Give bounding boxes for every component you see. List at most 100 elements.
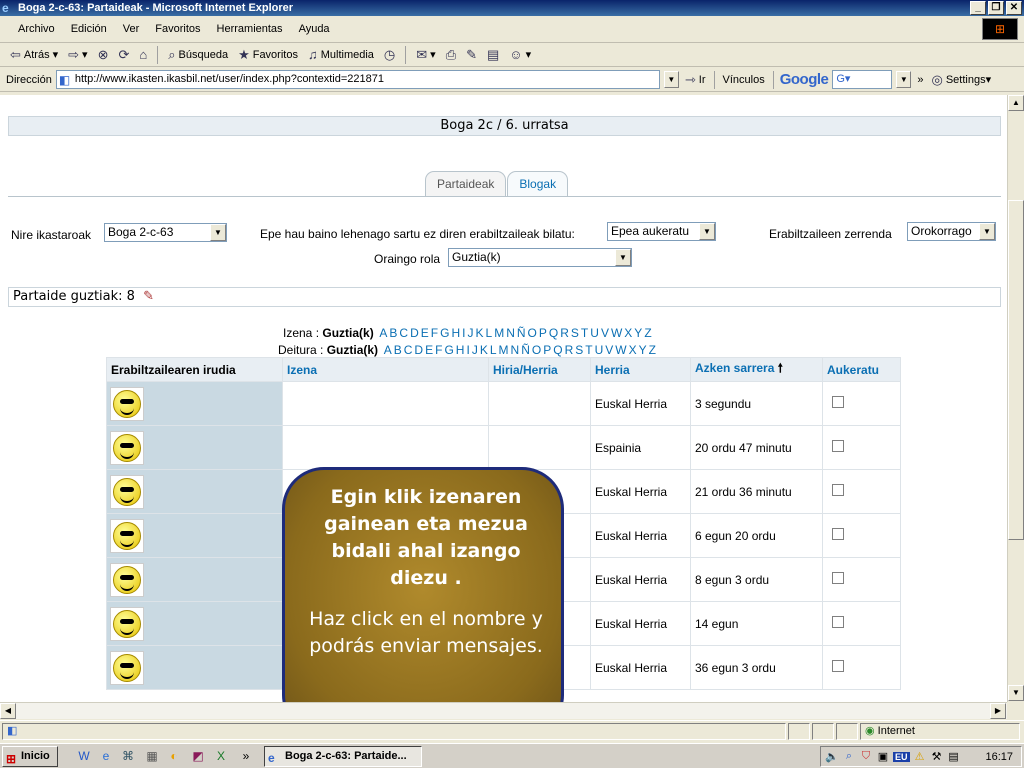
taskbar-ie-window[interactable]: e Boga 2-c-63: Partaide... (264, 746, 422, 767)
alphabet-letter-link[interactable]: C (404, 343, 413, 357)
alphabet-letter-link[interactable]: Z (649, 343, 656, 357)
user-avatar[interactable] (110, 518, 144, 553)
select-checkbox[interactable] (832, 528, 844, 540)
maximize-button[interactable]: ❐ (988, 1, 1004, 15)
url-input[interactable]: ◧ http://www.ikasten.ikasbil.net/user/in… (55, 70, 660, 89)
url-dropdown-button[interactable]: ▼ (663, 71, 679, 88)
horizontal-scrollbar[interactable]: ◀ ▶ (0, 702, 1007, 719)
alphabet-letter-link[interactable]: F (435, 343, 442, 357)
scroll-thumb[interactable] (1008, 200, 1024, 540)
col-header-last-access[interactable]: Azken sarrera 🠕 (690, 357, 823, 382)
go-button[interactable]: ⇾ Ir (683, 72, 708, 88)
alphabet-letter-link[interactable]: M (499, 343, 509, 357)
back-button[interactable]: ⇦ Atrás ▾ (8, 47, 60, 63)
display-icon[interactable]: ▣ (876, 750, 890, 763)
links-button[interactable]: Vínculos (721, 74, 767, 86)
alphabet-letter-link[interactable]: R (560, 326, 569, 340)
excel-icon[interactable]: X (213, 748, 229, 764)
alphabet-letter-link[interactable]: B (394, 343, 402, 357)
settings-button[interactable]: ◎ Settings▾ (930, 72, 994, 88)
menu-herramientas[interactable]: Herramientas (209, 23, 291, 35)
app-icon[interactable]: ◩ (190, 748, 206, 764)
alphabet-letter-link[interactable]: S (571, 326, 579, 340)
quicklaunch-more-chevron[interactable]: » (238, 748, 254, 764)
alphabet-letter-link[interactable]: A (384, 343, 392, 357)
ie-quicklaunch-icon[interactable]: e (98, 748, 114, 764)
select-checkbox[interactable] (832, 572, 844, 584)
lastname-alpha-all[interactable]: Guztia(k) (327, 343, 378, 357)
inactive-period-select[interactable]: Epea aukeratu ▼ (607, 222, 716, 241)
alphabet-letter-link[interactable]: I (466, 343, 469, 357)
user-avatar[interactable] (110, 386, 144, 421)
alphabet-letter-link[interactable]: K (475, 326, 483, 340)
stop-button[interactable]: ⊗ (96, 47, 111, 63)
alphabet-letter-link[interactable]: G (440, 326, 449, 340)
tool-icon[interactable]: ⚒ (930, 750, 944, 763)
alphabet-letter-link[interactable]: H (456, 343, 465, 357)
search-tray-icon[interactable]: ⌕ (842, 750, 856, 763)
user-list-select[interactable]: Orokorrago ▼ (907, 222, 996, 241)
select-checkbox[interactable] (832, 660, 844, 672)
alphabet-letter-link[interactable]: B (389, 326, 397, 340)
alphabet-letter-link[interactable]: Y (639, 343, 647, 357)
current-role-select[interactable]: Guztia(k) ▼ (448, 248, 632, 267)
select-checkbox[interactable] (832, 440, 844, 452)
alphabet-letter-link[interactable]: L (486, 326, 493, 340)
toolbar-more-chevron[interactable]: » (915, 74, 925, 86)
alphabet-letter-link[interactable]: V (605, 343, 613, 357)
menu-edicion[interactable]: Edición (63, 23, 115, 35)
scroll-left-arrow-icon[interactable]: ◀ (0, 703, 16, 719)
alphabet-letter-link[interactable]: T (585, 343, 592, 357)
col-header-select[interactable]: Aukeratu (822, 357, 901, 382)
print-button[interactable]: ⎙ (444, 47, 458, 63)
my-courses-select[interactable]: Boga 2-c-63 ▼ (104, 223, 227, 242)
home-button[interactable]: ⌂ (137, 47, 149, 62)
multimedia-button[interactable]: ♫ Multimedia (306, 47, 376, 62)
vertical-scrollbar[interactable]: ▲ ▼ (1007, 95, 1024, 702)
alphabet-letter-link[interactable]: E (421, 326, 429, 340)
alphabet-letter-link[interactable]: E (425, 343, 433, 357)
search-button[interactable]: ⌕ Búsqueda (166, 47, 230, 63)
alphabet-letter-link[interactable]: U (595, 343, 604, 357)
menu-favoritos[interactable]: Favoritos (147, 23, 208, 35)
history-button[interactable]: ◷ (382, 47, 397, 63)
google-search-input[interactable]: G▾ (832, 70, 893, 89)
volume-icon[interactable]: 🔈 (825, 750, 839, 763)
alphabet-letter-link[interactable]: W (615, 343, 626, 357)
shield-icon[interactable]: ⛉ (859, 750, 873, 763)
update-icon[interactable]: ⚠ (913, 750, 927, 763)
menu-ayuda[interactable]: Ayuda (291, 23, 338, 35)
google-dropdown-button[interactable]: ▼ (896, 71, 912, 88)
edit-button[interactable]: ✎ (464, 47, 479, 63)
col-header-city[interactable]: Hiria/Herria (488, 357, 591, 382)
calendar-icon[interactable]: ▦ (144, 748, 160, 764)
alphabet-letter-link[interactable]: N (511, 343, 520, 357)
alphabet-letter-link[interactable]: U (590, 326, 599, 340)
col-header-country[interactable]: Herria (590, 357, 691, 382)
monitor-icon[interactable]: ▤ (947, 750, 961, 763)
user-avatar[interactable] (110, 474, 144, 509)
user-avatar[interactable] (110, 562, 144, 597)
alphabet-letter-link[interactable]: X (629, 343, 637, 357)
forward-button[interactable]: ⇨ ▾ (66, 47, 89, 63)
alphabet-letter-link[interactable]: A (379, 326, 387, 340)
alphabet-letter-link[interactable]: I (462, 326, 465, 340)
alphabet-letter-link[interactable]: Y (634, 326, 642, 340)
user-avatar[interactable] (110, 650, 144, 685)
scroll-down-arrow-icon[interactable]: ▼ (1008, 685, 1024, 701)
alphabet-letter-link[interactable]: J (467, 326, 473, 340)
favorites-button[interactable]: ★ Favoritos (236, 47, 300, 63)
firstname-alpha-all[interactable]: Guztia(k) (322, 326, 373, 340)
alphabet-letter-link[interactable]: V (601, 326, 609, 340)
alphabet-letter-link[interactable]: D (410, 326, 419, 340)
alphabet-letter-link[interactable]: D (414, 343, 423, 357)
alphabet-letter-link[interactable]: K (480, 343, 488, 357)
menu-ver[interactable]: Ver (115, 23, 148, 35)
alphabet-letter-link[interactable]: J (472, 343, 478, 357)
alphabet-letter-link[interactable]: T (581, 326, 588, 340)
network-icon[interactable]: ⌘ (120, 748, 136, 764)
alphabet-letter-link[interactable]: Q (553, 343, 562, 357)
alphabet-letter-link[interactable]: P (543, 343, 551, 357)
tab-participants[interactable]: Partaideak (425, 171, 507, 197)
alphabet-letter-link[interactable]: Ñ (517, 326, 526, 340)
